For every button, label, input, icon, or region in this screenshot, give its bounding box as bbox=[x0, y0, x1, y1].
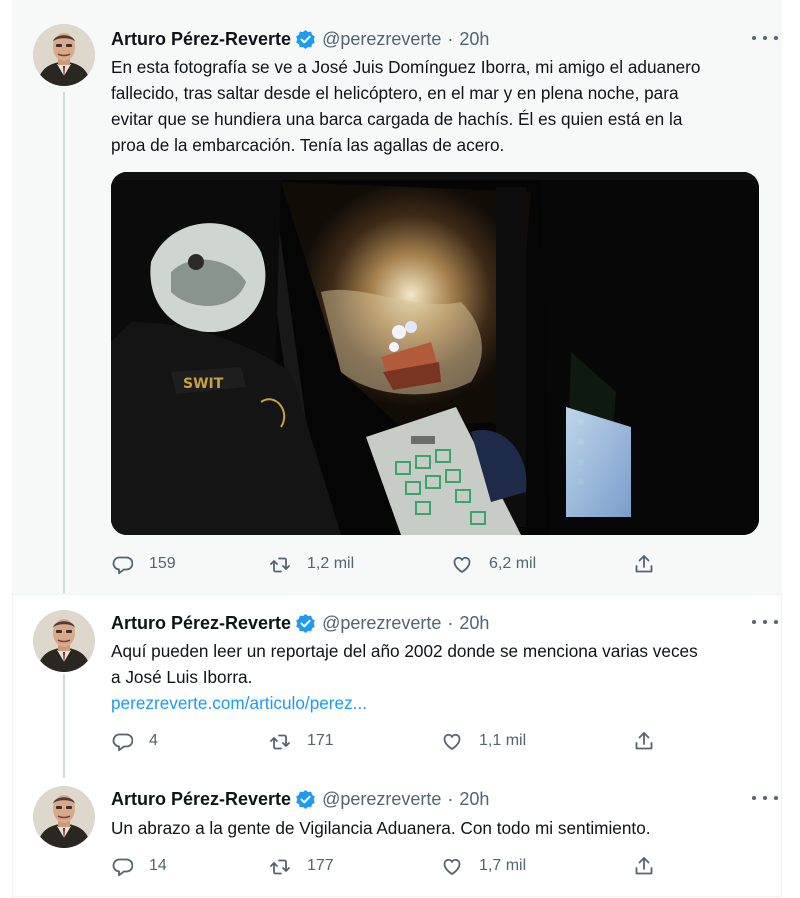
reply-icon bbox=[112, 858, 133, 877]
patch-text: SWIT bbox=[183, 376, 224, 392]
retweet-button[interactable]: 1,2 mil bbox=[269, 553, 354, 575]
retweet-icon bbox=[270, 859, 290, 875]
share-icon bbox=[635, 732, 653, 750]
reply-icon bbox=[112, 733, 133, 752]
tweet-text-line: Aquí pueden leer un reportaje del año 20… bbox=[111, 641, 698, 661]
share-icon bbox=[635, 555, 653, 573]
tweet-time[interactable]: 20h bbox=[459, 613, 489, 634]
avatar[interactable] bbox=[33, 24, 95, 86]
avatar[interactable] bbox=[33, 786, 95, 848]
separator: · bbox=[447, 28, 454, 49]
article-link[interactable]: perezreverte.com/articulo/perez... bbox=[111, 693, 367, 714]
tweet-text-line: proa de la embarcación. Tenía las agalla… bbox=[111, 135, 505, 155]
verified-icon bbox=[295, 788, 316, 810]
retweet-icon bbox=[270, 557, 290, 573]
retweet-count: 171 bbox=[307, 732, 334, 749]
share-button[interactable] bbox=[633, 855, 655, 877]
retweet-button[interactable]: 171 bbox=[269, 730, 334, 752]
like-button[interactable]: 6,2 mil bbox=[451, 553, 536, 575]
reply-count: 159 bbox=[149, 555, 176, 572]
share-button[interactable] bbox=[633, 553, 655, 575]
author-handle[interactable]: @perezreverte bbox=[322, 613, 441, 634]
like-count: 1,1 mil bbox=[479, 732, 527, 749]
like-count: 6,2 mil bbox=[489, 555, 537, 572]
avatar-image bbox=[33, 610, 95, 672]
like-icon bbox=[443, 858, 461, 875]
verified-icon bbox=[295, 612, 316, 634]
tweet-text-line: evitar que se hundiera una barca cargada… bbox=[111, 109, 683, 129]
like-button[interactable]: 1,1 mil bbox=[441, 730, 526, 752]
avatar[interactable] bbox=[33, 610, 95, 672]
author-name[interactable]: Arturo Pérez-Reverte bbox=[111, 29, 291, 50]
retweet-icon bbox=[270, 734, 290, 750]
reply-count: 14 bbox=[149, 857, 167, 874]
share-button[interactable] bbox=[633, 730, 655, 752]
reply-count: 4 bbox=[149, 732, 158, 749]
reply-button[interactable]: 14 bbox=[111, 855, 167, 877]
thread-line bbox=[63, 92, 65, 593]
share-icon bbox=[635, 857, 653, 875]
tweet-time[interactable]: 20h bbox=[459, 789, 489, 810]
like-icon bbox=[443, 733, 461, 750]
tweet-text-line: fallecido, tras saltar desde el helicópt… bbox=[111, 83, 679, 103]
tweet-actions: 159 1,2 mil 6,2 mil bbox=[111, 553, 671, 579]
author-handle[interactable]: @perezreverte bbox=[322, 789, 441, 810]
more-icon[interactable] bbox=[752, 612, 778, 632]
tweet-text: Aquí pueden leer un reportaje del año 20… bbox=[111, 638, 771, 690]
tweet-text-line: a José Luis Iborra. bbox=[111, 667, 253, 687]
reply-button[interactable]: 4 bbox=[111, 730, 158, 752]
tweet-actions: 14 177 1,7 mil bbox=[111, 855, 671, 881]
reply-button[interactable]: 159 bbox=[111, 553, 176, 575]
separator: · bbox=[447, 612, 454, 633]
helicopter-night-photo: SWIT bbox=[111, 172, 759, 535]
tweet-header: Arturo Pérez-Reverte @perezreverte · 20h bbox=[111, 611, 489, 635]
tweet-text: Un abrazo a la gente de Vigilancia Aduan… bbox=[111, 815, 771, 841]
tweet-text-line: En esta fotografía se ve a José Juis Dom… bbox=[111, 57, 701, 77]
retweet-count: 177 bbox=[307, 857, 334, 874]
tweet-actions: 4 171 1,1 mil bbox=[111, 730, 671, 756]
like-button[interactable]: 1,7 mil bbox=[441, 855, 526, 877]
retweet-button[interactable]: 177 bbox=[269, 855, 334, 877]
like-icon bbox=[453, 556, 471, 573]
author-name[interactable]: Arturo Pérez-Reverte bbox=[111, 789, 291, 810]
tweet-header: Arturo Pérez-Reverte @perezreverte · 20h bbox=[111, 27, 489, 51]
like-count: 1,7 mil bbox=[479, 857, 527, 874]
reply-icon bbox=[112, 556, 133, 575]
retweet-count: 1,2 mil bbox=[307, 555, 355, 572]
avatar-image bbox=[33, 786, 95, 848]
verified-icon bbox=[295, 28, 316, 50]
tweet-text-line: Un abrazo a la gente de Vigilancia Aduan… bbox=[111, 818, 651, 838]
avatar-image bbox=[33, 24, 95, 86]
tweet-photo[interactable]: SWIT bbox=[111, 172, 759, 535]
author-handle[interactable]: @perezreverte bbox=[322, 29, 441, 50]
tweet-header: Arturo Pérez-Reverte @perezreverte · 20h bbox=[111, 787, 489, 811]
tweet-text: En esta fotografía se ve a José Juis Dom… bbox=[111, 54, 771, 158]
author-name[interactable]: Arturo Pérez-Reverte bbox=[111, 613, 291, 634]
more-icon[interactable] bbox=[752, 788, 778, 808]
separator: · bbox=[447, 788, 454, 809]
more-icon[interactable] bbox=[752, 28, 778, 48]
tweet-time[interactable]: 20h bbox=[459, 29, 489, 50]
divider bbox=[12, 896, 782, 897]
